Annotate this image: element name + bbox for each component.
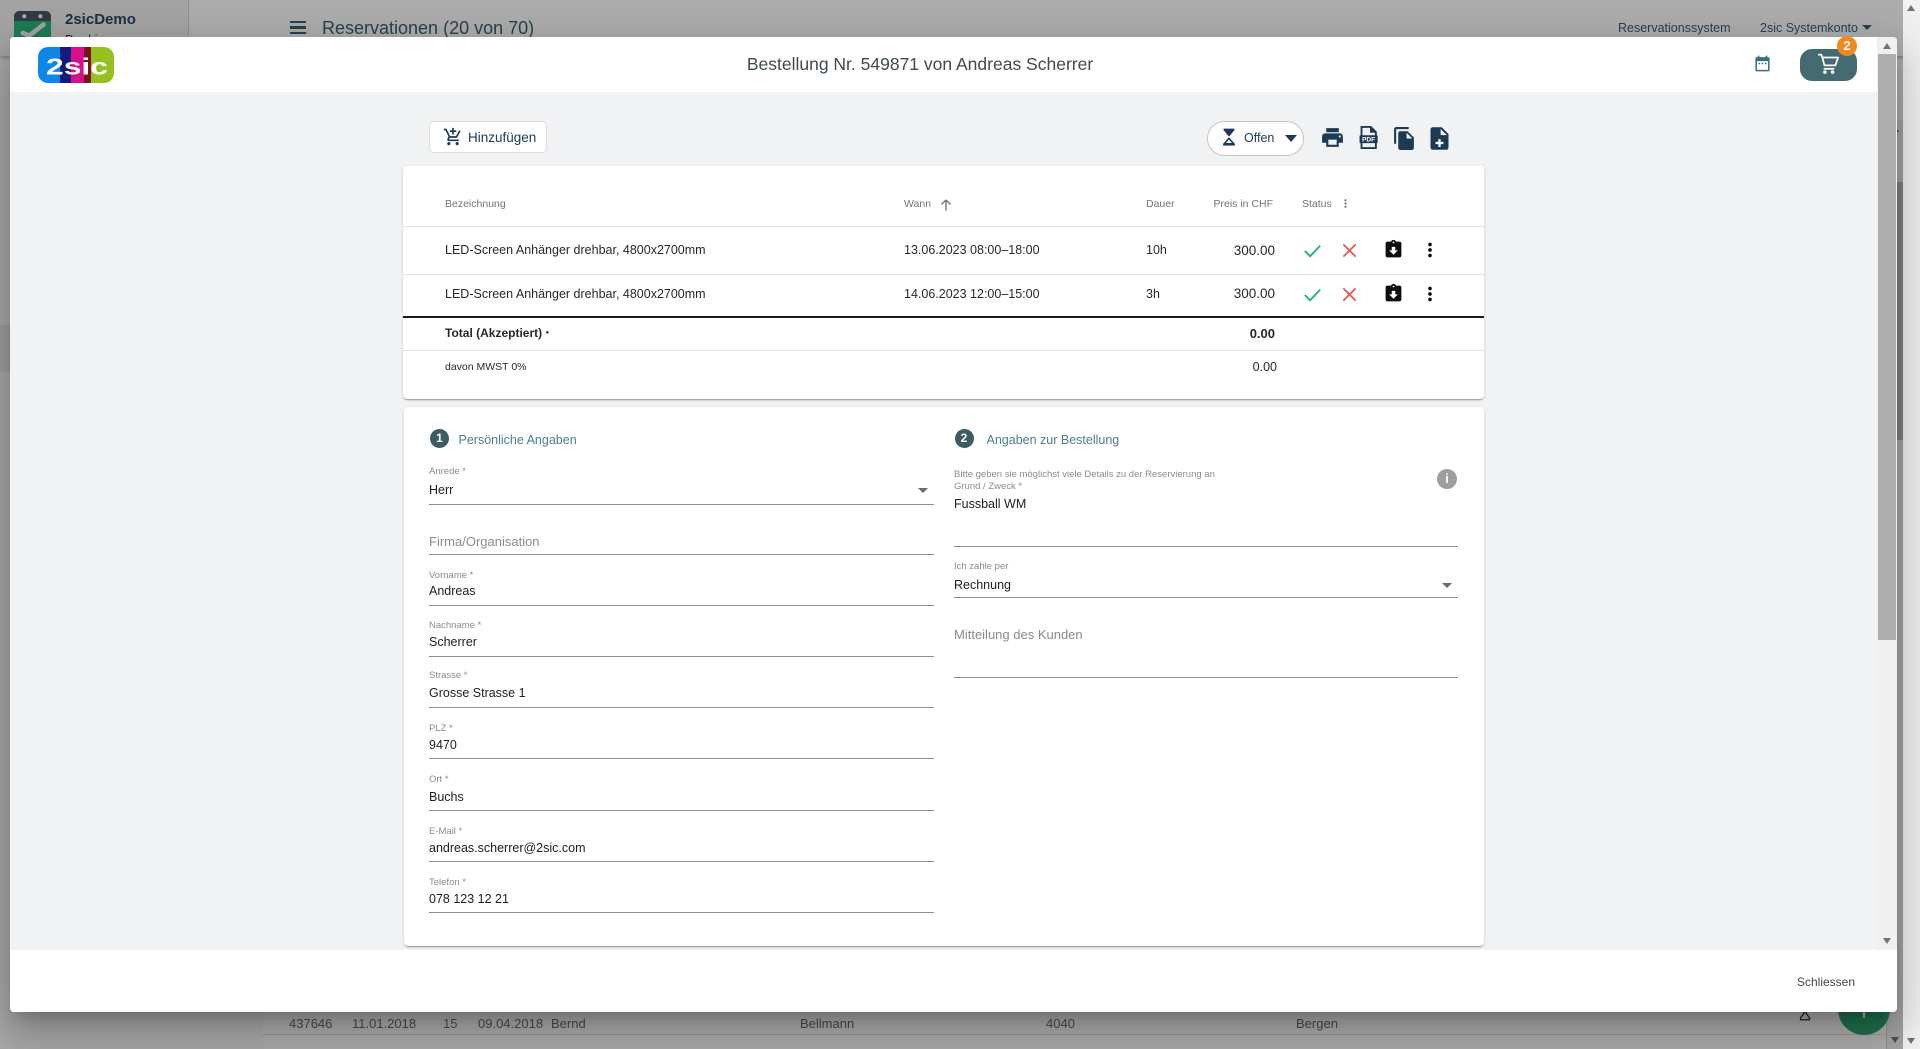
svg-text:PDF: PDF (1361, 137, 1374, 144)
